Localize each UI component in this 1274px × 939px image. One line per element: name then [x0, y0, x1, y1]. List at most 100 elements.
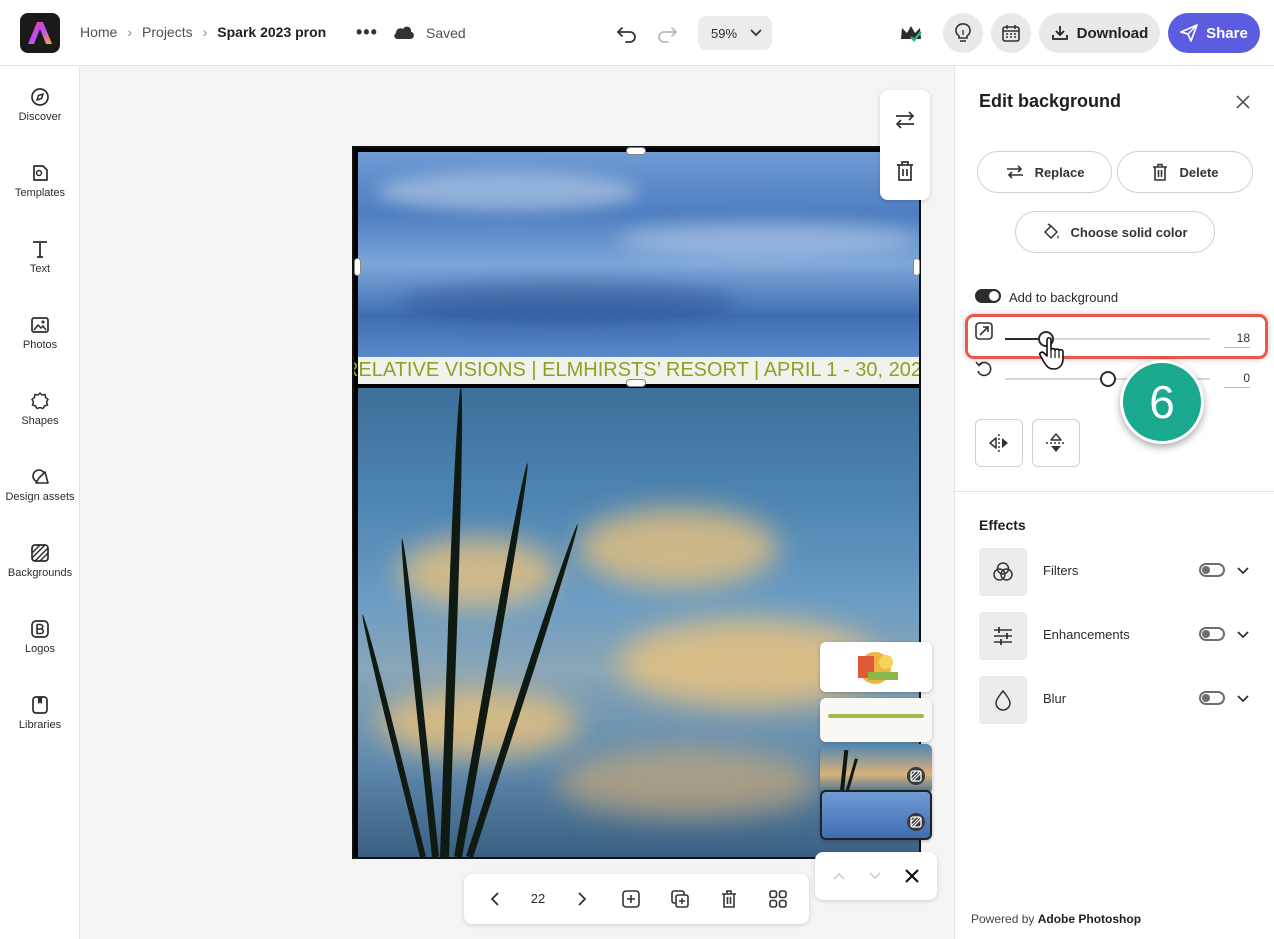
chevron-down-icon[interactable]: [1237, 694, 1249, 704]
calendar-icon: [1002, 25, 1020, 42]
background-badge-icon: [907, 767, 925, 785]
chevron-down-icon[interactable]: [1237, 566, 1249, 576]
download-icon: [1051, 26, 1068, 40]
blur-label: Blur: [1043, 691, 1067, 706]
powered-by-prefix: Powered by: [971, 912, 1035, 926]
schedule-button[interactable]: [991, 13, 1031, 53]
sidebar-item-label: Backgrounds: [7, 567, 73, 579]
chevron-down-icon[interactable]: [1237, 630, 1249, 640]
sidebar-item-photos[interactable]: Photos: [0, 315, 80, 375]
project-title[interactable]: Spark 2023 pron: [217, 24, 326, 40]
tutorial-highlight: [965, 314, 1268, 359]
close-icon[interactable]: [1236, 95, 1250, 109]
more-options-icon[interactable]: •••: [356, 22, 378, 43]
resize-handle-top[interactable]: [626, 147, 646, 155]
sidebar-item-label: Design assets: [5, 491, 75, 503]
backgrounds-icon: [31, 544, 49, 562]
photos-icon: [31, 317, 49, 333]
enhancements-icon-tile[interactable]: [979, 612, 1027, 660]
previous-page-icon[interactable]: [487, 889, 503, 909]
redo-icon[interactable]: [656, 22, 678, 44]
blur-toggle[interactable]: [1199, 691, 1225, 705]
sidebar-item-templates[interactable]: Templates: [0, 163, 80, 223]
ideas-button[interactable]: [943, 13, 983, 53]
sidebar-item-logos[interactable]: Logos: [0, 619, 80, 679]
resize-handle-bottom[interactable]: [626, 379, 646, 387]
breadcrumb-projects[interactable]: Projects: [142, 24, 193, 40]
layer-thumbnail-water[interactable]: [820, 744, 932, 794]
sidebar-item-text[interactable]: Text: [0, 239, 80, 299]
sidebar-item-design-assets[interactable]: Design assets: [0, 467, 80, 527]
add-to-background-label: Add to background: [1009, 290, 1119, 305]
flip-horizontal-button[interactable]: [975, 419, 1023, 467]
sidebar-item-label: Logos: [25, 643, 55, 655]
share-button[interactable]: Share: [1168, 13, 1260, 53]
share-label: Share: [1206, 24, 1248, 42]
chevron-down-icon[interactable]: [867, 868, 883, 884]
sidebar-item-label: Libraries: [18, 719, 62, 731]
powered-by-note: Powered by Adobe Photoshop: [971, 912, 1141, 926]
lightbulb-icon: [955, 23, 971, 42]
filters-icon-tile[interactable]: [979, 548, 1027, 596]
zoom-level: 59%: [711, 25, 738, 41]
choose-solid-color-button[interactable]: Choose solid color: [1015, 211, 1215, 253]
layer-thumbnail-logo[interactable]: [820, 642, 932, 692]
floating-toolbar: [880, 90, 930, 200]
duplicate-page-icon[interactable]: [670, 889, 690, 909]
rotate-icon: [975, 361, 992, 377]
rotate-slider-thumb[interactable]: [1099, 371, 1116, 387]
grid-view-icon[interactable]: [768, 889, 788, 909]
delete-page-icon[interactable]: [719, 889, 739, 909]
page-navigation-bar: 22: [464, 874, 809, 924]
chevron-up-icon[interactable]: [831, 868, 847, 884]
enhancements-toggle[interactable]: [1199, 627, 1225, 641]
sky-image[interactable]: [358, 152, 919, 357]
undo-icon[interactable]: [616, 22, 638, 44]
filters-icon: [993, 562, 1013, 581]
sidebar-item-shapes[interactable]: Shapes: [0, 391, 80, 451]
chevron-down-icon: [750, 29, 762, 37]
save-status: Saved: [426, 25, 466, 41]
panel-title: Edit background: [979, 91, 1122, 111]
delete-button[interactable]: Delete: [1117, 151, 1253, 193]
sidebar-item-discover[interactable]: Discover: [0, 87, 80, 147]
filters-toggle[interactable]: [1199, 563, 1225, 577]
rotate-value[interactable]: 0: [1224, 371, 1250, 388]
page-number: 22: [530, 891, 546, 906]
sidebar-item-backgrounds[interactable]: Backgrounds: [0, 543, 80, 603]
hand-pointer-icon: [1039, 336, 1064, 370]
premium-crown-icon[interactable]: [894, 16, 928, 50]
add-to-background-toggle[interactable]: [975, 289, 1001, 303]
paper-plane-icon: [1180, 24, 1198, 42]
adobe-express-logo[interactable]: [20, 13, 60, 53]
enhancements-label: Enhancements: [1043, 627, 1130, 642]
breadcrumb-home[interactable]: Home: [80, 24, 117, 40]
edit-background-panel: Edit background Replace Delete Choose so…: [954, 66, 1274, 939]
solid-color-label: Choose solid color: [1070, 224, 1188, 240]
templates-icon: [33, 165, 48, 181]
sidebar-item-libraries[interactable]: Libraries: [0, 695, 80, 755]
adobe-logo-icon: [28, 22, 52, 44]
replace-button[interactable]: Replace: [977, 151, 1112, 193]
layer-thumbnail-text[interactable]: [820, 698, 932, 742]
layer-thumbnail-sky[interactable]: [820, 790, 932, 840]
paint-bucket-icon: [1044, 223, 1060, 239]
background-badge-icon: [907, 813, 925, 831]
download-button[interactable]: Download: [1039, 13, 1160, 53]
next-page-icon[interactable]: [574, 889, 590, 909]
blur-icon-tile[interactable]: [979, 676, 1027, 724]
flip-vertical-button[interactable]: [1032, 419, 1080, 467]
logo-art: [858, 652, 898, 684]
download-label: Download: [1076, 24, 1149, 42]
breadcrumb: Home › Projects › Spark 2023 pron: [80, 24, 326, 40]
zoom-dropdown[interactable]: 59%: [698, 16, 772, 50]
close-icon[interactable]: [904, 868, 920, 884]
powered-by-brand: Adobe Photoshop: [1037, 912, 1142, 926]
resize-handle-right[interactable]: [913, 258, 920, 276]
replace-icon[interactable]: [893, 110, 917, 130]
add-page-icon[interactable]: [621, 889, 641, 909]
resize-handle-left[interactable]: [354, 258, 361, 276]
panel-divider: [955, 491, 1274, 492]
trash-icon[interactable]: [893, 160, 917, 182]
layer-order-bar: [815, 852, 937, 900]
